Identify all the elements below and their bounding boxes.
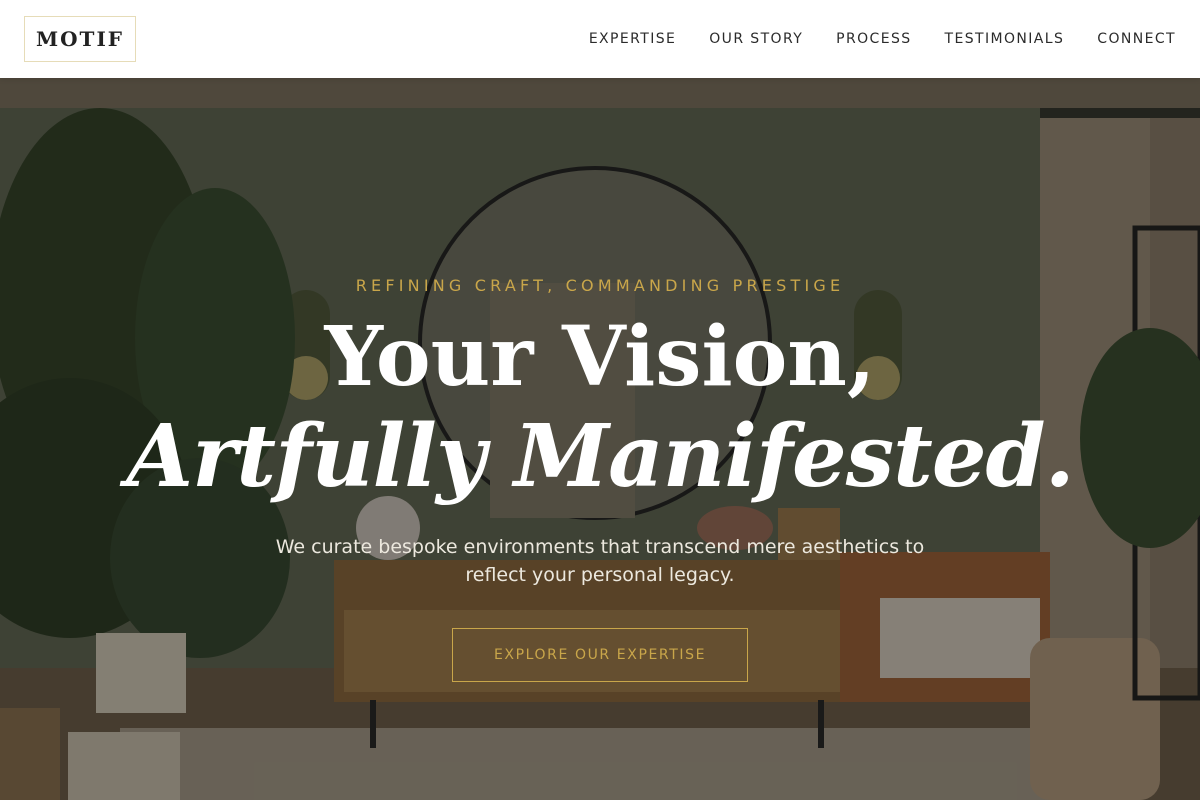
main-nav: EXPERTISE OUR STORY PROCESS TESTIMONIALS… <box>556 0 1176 78</box>
nav-item-testimonials[interactable]: TESTIMONIALS <box>945 31 1065 47</box>
nav-item-connect[interactable]: CONNECT <box>1097 31 1176 47</box>
nav-item-our-story[interactable]: OUR STORY <box>709 31 803 47</box>
hero-title-line-2: Artfully Manifested. <box>126 406 1074 507</box>
hero-section: REFINING CRAFT, COMMANDING PRESTIGE Your… <box>0 78 1200 800</box>
hero-description: We curate bespoke environments that tran… <box>275 536 925 586</box>
brand-logo[interactable]: MOTIF <box>24 16 136 62</box>
nav-item-process[interactable]: PROCESS <box>836 31 911 47</box>
hero-title-line-1: Your Vision, <box>324 309 876 405</box>
nav-item-expertise[interactable]: EXPERTISE <box>589 31 676 47</box>
explore-expertise-button[interactable]: EXPLORE OUR EXPERTISE <box>452 628 748 682</box>
site-header: MOTIF EXPERTISE OUR STORY PROCESS TESTIM… <box>0 0 1200 78</box>
hero-content: REFINING CRAFT, COMMANDING PRESTIGE Your… <box>0 78 1200 800</box>
hero-eyebrow: REFINING CRAFT, COMMANDING PRESTIGE <box>355 276 845 295</box>
